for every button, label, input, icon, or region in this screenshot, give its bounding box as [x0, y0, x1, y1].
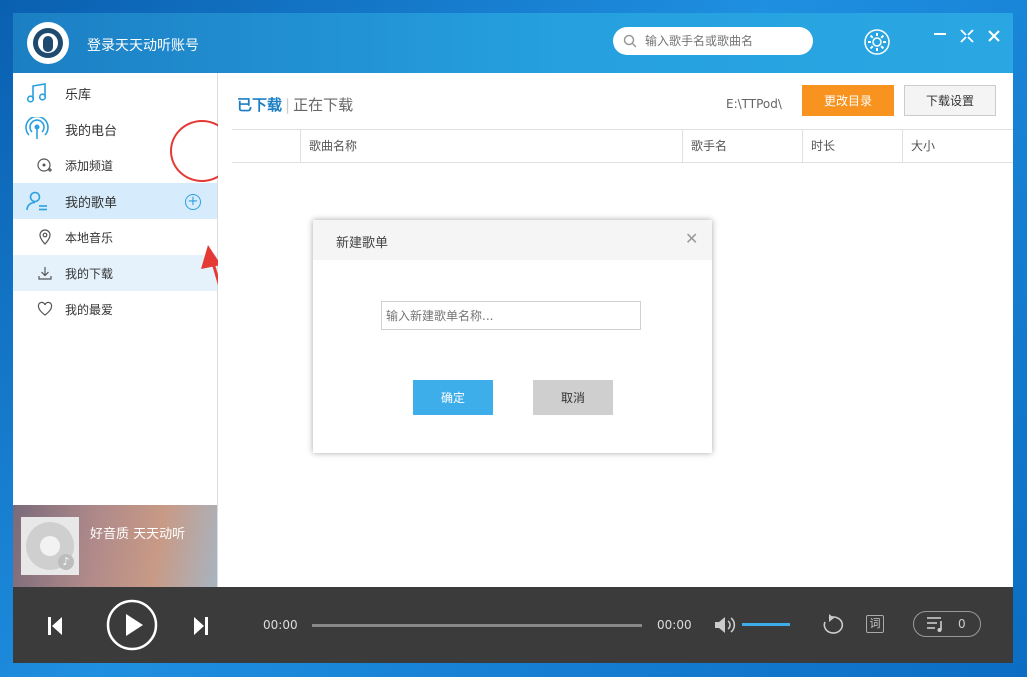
sidebar-item-label: 添加频道 [65, 158, 114, 173]
close-icon[interactable] [985, 29, 1003, 47]
dialog-title: 新建歌单 [336, 236, 389, 251]
progress-slider[interactable] [312, 624, 642, 627]
sidebar-item-music-library[interactable]: 乐库 [13, 75, 217, 111]
album-disc-icon: ♪ [21, 517, 79, 575]
music-note-icon [25, 81, 49, 105]
search-input[interactable] [643, 27, 807, 55]
sidebar-item-local-music[interactable]: 本地音乐 [13, 219, 217, 255]
gear-icon[interactable] [863, 28, 891, 60]
minimize-icon[interactable] [931, 29, 949, 47]
close-icon[interactable]: ✕ [685, 229, 698, 248]
previous-track-icon[interactable] [47, 616, 63, 640]
download-icon [37, 265, 53, 281]
player-bar: 00:00 00:00 词 0 [13, 587, 1013, 663]
location-pin-icon [37, 229, 53, 245]
new-playlist-dialog: 新建歌单 ✕ 确定 取消 [313, 220, 712, 453]
promo-banner[interactable]: ♪ 好音质 天天动听 [13, 505, 217, 587]
app-logo[interactable] [27, 22, 69, 64]
sidebar-item-label: 本地音乐 [65, 230, 114, 245]
sidebar-item-label: 乐库 [65, 87, 92, 103]
queue-count: 0 [958, 617, 966, 631]
column-song-name[interactable]: 歌曲名称 [300, 130, 682, 162]
download-settings-button[interactable]: 下载设置 [904, 85, 996, 116]
search-box[interactable] [613, 27, 813, 55]
queue-list-icon [926, 615, 946, 637]
app-window: 登录天天动听账号 输入歌手名或歌曲名 乐库 我的电台 添加频道 我的歌单 + 本… [13, 13, 1013, 663]
column-duration[interactable]: 时长 [802, 130, 902, 162]
tab-separator: | [285, 96, 291, 114]
change-directory-button[interactable]: 更改目录 [802, 85, 894, 116]
add-channel-icon [37, 157, 53, 173]
download-path: E:\TTPod\ [726, 97, 782, 111]
cancel-button[interactable]: 取消 [533, 380, 613, 415]
tab-downloading[interactable]: 正在下载 [293, 96, 353, 114]
playlist-name-input[interactable] [381, 301, 641, 330]
heart-icon [37, 301, 53, 317]
dialog-header: 新建歌单 ✕ [313, 220, 712, 260]
tab-downloaded[interactable]: 已下载 [237, 96, 282, 114]
search-icon [623, 34, 637, 52]
playlist-queue-button[interactable]: 0 [913, 611, 981, 637]
sidebar-item-label: 我的歌单 [65, 195, 118, 211]
column-size[interactable]: 大小 [902, 130, 1013, 162]
repeat-icon[interactable] [820, 614, 846, 640]
mini-mode-icon[interactable] [958, 29, 976, 47]
current-time: 00:00 [263, 618, 298, 632]
download-tabs: 已下载 | 正在下载 [237, 94, 353, 115]
column-artist[interactable]: 歌手名 [682, 130, 802, 162]
confirm-button[interactable]: 确定 [413, 380, 493, 415]
add-playlist-icon[interactable]: + [185, 194, 201, 210]
sidebar-item-my-favorites[interactable]: 我的最爱 [13, 291, 217, 327]
play-icon[interactable] [106, 599, 158, 655]
volume-icon[interactable] [714, 615, 736, 639]
sidebar-item-my-playlists[interactable]: 我的歌单 + [13, 183, 217, 219]
promo-text: 好音质 天天动听 [90, 527, 186, 542]
sidebar-item-label: 我的电台 [65, 123, 118, 139]
next-track-icon[interactable] [193, 616, 209, 640]
user-playlist-icon [25, 189, 49, 213]
volume-slider[interactable] [742, 623, 790, 626]
sidebar-item-my-downloads[interactable]: 我的下载 [13, 255, 217, 291]
radio-icon [25, 117, 49, 141]
login-link[interactable]: 登录天天动听账号 [87, 35, 199, 55]
sidebar-item-label: 我的最爱 [65, 302, 114, 317]
total-time: 00:00 [657, 618, 692, 632]
lyrics-icon[interactable]: 词 [866, 615, 884, 633]
table-header: 歌曲名称 歌手名 时长 大小 [232, 129, 1013, 163]
sidebar-item-label: 我的下载 [65, 266, 114, 281]
title-bar: 登录天天动听账号 [13, 13, 1013, 73]
